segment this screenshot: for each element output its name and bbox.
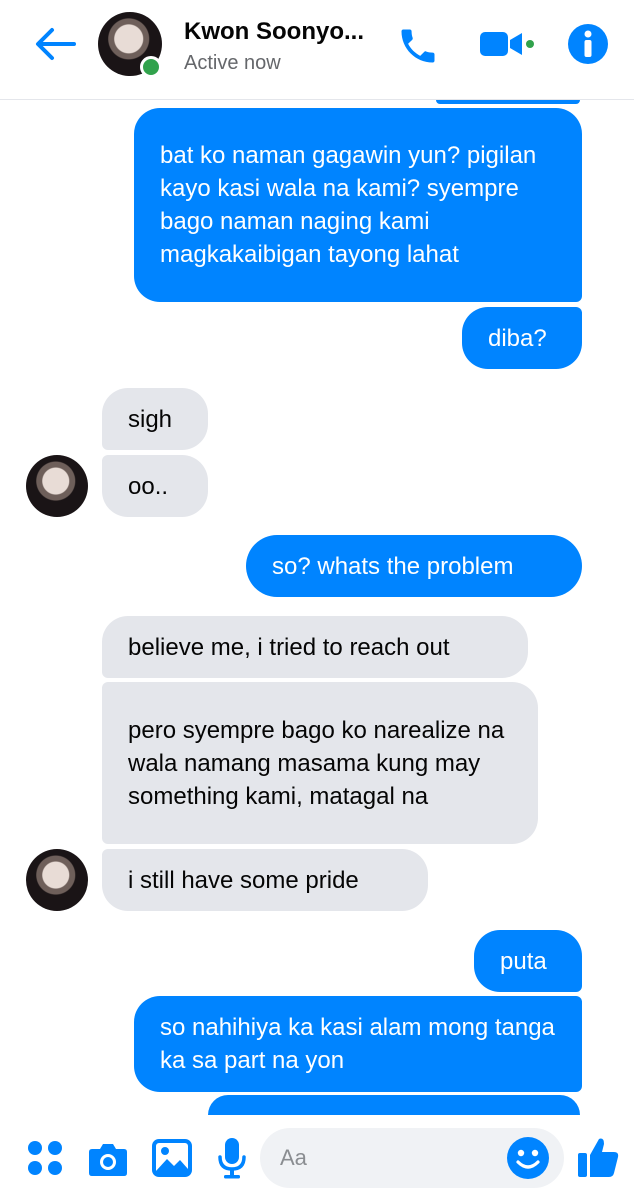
message-bubble-incoming[interactable]: sigh [102, 388, 208, 450]
conversation-header: Kwon Soonyo... Active now [0, 0, 634, 100]
info-icon[interactable] [567, 23, 609, 65]
video-camera-icon[interactable] [478, 28, 534, 60]
message-text: bat ko naman gagawin yun? pigilan kayo k… [160, 142, 537, 268]
message-composer [0, 1115, 634, 1200]
message-bubble-outgoing[interactable]: diba? [462, 307, 582, 369]
message-bubble-incoming[interactable]: i still have some pride [102, 849, 428, 911]
message-input[interactable] [280, 1138, 500, 1178]
message-text: oo.. [128, 472, 169, 500]
message-text: sigh [128, 405, 173, 433]
contact-avatar[interactable] [26, 455, 88, 517]
message-bubble-outgoing[interactable]: so nahihiya ka kasi alam mong tanga ka s… [134, 996, 582, 1092]
message-bubble-partial [436, 100, 580, 104]
camera-icon[interactable] [88, 1141, 128, 1177]
contact-avatar[interactable] [26, 849, 88, 911]
photo-gallery-icon[interactable] [152, 1139, 192, 1177]
microphone-icon[interactable] [217, 1137, 247, 1179]
apps-dots-icon[interactable] [26, 1139, 64, 1177]
active-status: Active now [184, 52, 281, 74]
message-list[interactable]: bat ko naman gagawin yun? pigilan kayo k… [0, 100, 634, 1115]
message-bubble-incoming[interactable]: believe me, i tried to reach out [102, 616, 528, 678]
message-text: diba? [488, 324, 547, 352]
message-bubble-outgoing[interactable]: so? whats the problem [246, 535, 582, 597]
message-text: so? whats the problem [272, 552, 514, 580]
online-status-dot [140, 56, 162, 78]
message-text: pero syempre bago ko narealize na wala n… [128, 716, 505, 810]
emoji-icon[interactable] [506, 1136, 550, 1180]
message-bubble-incoming[interactable]: oo.. [102, 455, 208, 517]
message-text: believe me, i tried to reach out [128, 633, 450, 661]
contact-name[interactable]: Kwon Soonyo... [184, 18, 364, 46]
back-arrow-icon[interactable] [30, 24, 78, 64]
message-text: i still have some pride [128, 866, 359, 894]
thumbs-up-icon[interactable] [576, 1135, 620, 1179]
phone-icon[interactable] [396, 24, 440, 68]
message-text: so nahihiya ka kasi alam mong tanga ka s… [160, 1014, 555, 1074]
message-bubble-outgoing[interactable]: puta [474, 930, 582, 992]
message-text: puta [500, 947, 547, 975]
message-bubble-outgoing[interactable]: bat ko naman gagawin yun? pigilan kayo k… [134, 108, 582, 302]
message-input-box[interactable] [260, 1128, 564, 1188]
message-bubble-partial [208, 1095, 580, 1115]
message-bubble-incoming[interactable]: pero syempre bago ko narealize na wala n… [102, 682, 538, 844]
